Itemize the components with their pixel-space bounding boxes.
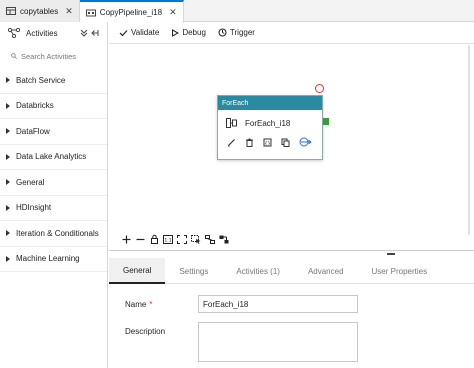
activity-name: ForEach_i18 [245, 118, 291, 128]
category-data-lake-analytics[interactable]: Data Lake Analytics [0, 145, 107, 170]
collapse-panel-icon[interactable] [91, 29, 99, 37]
zoom-to-100-icon[interactable]: 1:1 [163, 234, 173, 244]
description-field[interactable] [198, 322, 358, 362]
category-label: Iteration & Conditionals [16, 228, 99, 238]
tab-copytables[interactable]: copytables ✕ [0, 0, 80, 22]
show-lineage-icon[interactable] [219, 234, 229, 244]
expand-caret-icon [6, 153, 10, 160]
debug-label: Debug [182, 28, 206, 37]
foreach-icon [226, 118, 237, 128]
category-machine-learning[interactable]: Machine Learning [0, 247, 107, 272]
category-label: HDInsight [16, 203, 52, 213]
validate-button[interactable]: Validate [119, 28, 159, 37]
dataset-icon [6, 7, 16, 15]
lock-icon[interactable] [149, 234, 159, 244]
required-marker: * [149, 300, 153, 309]
canvas-vertical-scrollbar[interactable] [466, 45, 472, 235]
properties-tabs: General Settings Activities (1) Advanced… [109, 258, 474, 284]
tab-label: CopyPipeline_i18 [99, 8, 163, 17]
category-label: Batch Service [16, 75, 66, 85]
category-batch-service[interactable]: Batch Service [0, 68, 107, 94]
tab-label: copytables [20, 6, 59, 16]
svg-text:{}: {} [264, 141, 270, 147]
expand-caret-icon [6, 204, 10, 211]
auto-align-icon[interactable] [205, 234, 215, 244]
category-dataflow[interactable]: DataFlow [0, 119, 107, 145]
name-field[interactable] [198, 295, 358, 313]
activity-type-header: ForEach [218, 96, 322, 110]
category-label: Data Lake Analytics [16, 152, 87, 162]
category-label: DataFlow [16, 126, 50, 136]
category-iteration-conditionals[interactable]: Iteration & Conditionals [0, 221, 107, 247]
activities-icon [8, 28, 20, 38]
tab-copypipeline[interactable]: CopyPipeline_i18 ✕ [79, 0, 184, 23]
category-hdinsight[interactable]: HDInsight [0, 196, 107, 221]
checkmark-icon [119, 29, 128, 36]
name-field-label: Name * [125, 300, 152, 309]
validate-label: Validate [131, 28, 160, 37]
error-indicator-icon[interactable] [315, 84, 324, 93]
tab-general[interactable]: General [109, 258, 166, 284]
expand-caret-icon [6, 128, 10, 135]
canvas-tools: 1:1 [109, 232, 474, 246]
debug-button[interactable]: Debug [171, 28, 206, 37]
activities-title: Activities [26, 28, 58, 38]
expand-caret-icon [6, 77, 10, 84]
pipeline-toolbar: Validate Debug Trigger [109, 22, 474, 44]
document-tab-bar: copytables ✕ CopyPipeline_i18 ✕ [0, 0, 474, 23]
trigger-icon [218, 28, 227, 37]
trigger-button[interactable]: Trigger [218, 28, 255, 37]
name-label: Name [125, 300, 147, 309]
category-general[interactable]: General [0, 170, 107, 196]
category-label: Databricks [16, 101, 54, 111]
panel-splitter[interactable] [109, 250, 474, 258]
select-tool-icon[interactable] [191, 234, 201, 244]
tab-advanced[interactable]: Advanced [294, 258, 358, 284]
expand-caret-icon [6, 179, 10, 186]
expand-caret-icon [6, 102, 10, 109]
close-icon[interactable]: ✕ [65, 6, 73, 17]
activities-panel: Activities Batch Service Databricks Data… [0, 22, 108, 368]
close-icon[interactable]: ✕ [169, 7, 177, 18]
expand-caret-icon [6, 230, 10, 237]
delete-icon[interactable] [245, 138, 254, 147]
expand-caret-icon [6, 255, 10, 262]
collapse-all-icon[interactable] [80, 29, 88, 37]
add-output-arrow-icon[interactable] [299, 137, 312, 147]
properties-panel: General Settings Activities (1) Advanced… [109, 258, 474, 368]
copy-icon[interactable] [281, 138, 290, 147]
tab-activities[interactable]: Activities (1) [222, 258, 294, 284]
adf-editor: copytables ✕ CopyPipeline_i18 ✕ Activiti… [0, 0, 474, 368]
success-output-port[interactable] [323, 118, 329, 125]
activities-header: Activities [0, 22, 107, 44]
pipeline-icon [85, 9, 96, 16]
svg-text:1:1: 1:1 [164, 237, 171, 243]
trigger-label: Trigger [229, 28, 255, 37]
search-input[interactable] [21, 51, 101, 61]
category-label: General [16, 177, 45, 187]
tab-user-properties[interactable]: User Properties [358, 258, 442, 284]
activity-category-list: Batch Service Databricks DataFlow Data L… [0, 68, 107, 272]
search-box [8, 48, 101, 64]
edit-pencil-icon[interactable] [227, 138, 236, 147]
pipeline-canvas[interactable]: ForEach ForEach_i18 {} [109, 45, 474, 250]
search-icon [11, 53, 17, 59]
description-label: Description [125, 327, 166, 336]
zoom-in-icon[interactable] [121, 234, 131, 244]
code-icon[interactable]: {} [263, 138, 272, 147]
foreach-activity-node[interactable]: ForEach ForEach_i18 {} [217, 95, 323, 160]
zoom-out-icon[interactable] [135, 234, 145, 244]
play-icon [172, 28, 180, 37]
tab-settings[interactable]: Settings [165, 258, 222, 284]
category-databricks[interactable]: Databricks [0, 94, 107, 119]
fit-to-screen-icon[interactable] [177, 234, 187, 244]
category-label: Machine Learning [16, 254, 80, 264]
splitter-grip-icon[interactable] [387, 253, 395, 255]
